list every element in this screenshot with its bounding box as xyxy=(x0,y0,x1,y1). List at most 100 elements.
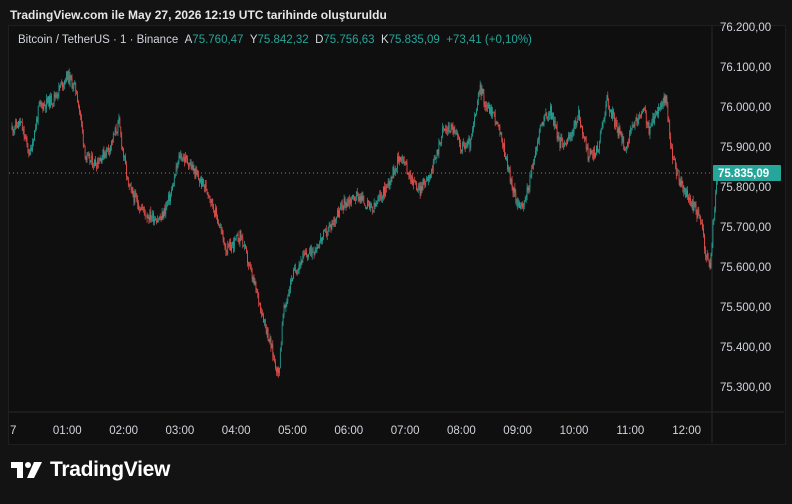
candle-body xyxy=(420,186,422,195)
candle-body xyxy=(490,107,491,114)
candle-body xyxy=(326,233,328,236)
candle-body xyxy=(416,182,417,191)
candle-body xyxy=(654,116,656,124)
candle-body xyxy=(170,194,171,202)
candle-body xyxy=(670,135,671,146)
candle-body xyxy=(337,210,338,218)
candle-body xyxy=(622,136,624,142)
candle-body xyxy=(665,96,667,104)
candle-body xyxy=(616,122,618,130)
candle-body xyxy=(48,96,49,104)
candle-body xyxy=(447,125,449,132)
candlestick-chart[interactable]: 76.200,00 76.100,00 76.000,00 75.900,00 75.8… xyxy=(0,0,792,504)
candle-body xyxy=(91,155,93,161)
candle-body xyxy=(149,211,151,221)
candle-body xyxy=(113,133,115,135)
candle-body xyxy=(469,139,471,148)
candle-body xyxy=(37,106,39,122)
candle-body xyxy=(619,127,621,133)
candle-body xyxy=(163,208,165,218)
candle-body xyxy=(606,95,608,105)
candle-body xyxy=(401,157,403,160)
candle-body xyxy=(294,267,295,269)
candle-body xyxy=(78,102,79,107)
candle-body xyxy=(303,253,305,255)
candle-body xyxy=(475,113,476,117)
candle-body xyxy=(124,156,125,158)
candle-body xyxy=(34,130,35,141)
candle-body xyxy=(572,131,574,134)
candle-body xyxy=(516,200,518,202)
candle-body xyxy=(217,215,218,223)
candle-body xyxy=(643,108,644,112)
candle-body xyxy=(361,195,363,200)
candle-body xyxy=(253,277,255,284)
candle-body xyxy=(638,115,640,121)
candle-body xyxy=(698,209,700,215)
candle-body xyxy=(407,172,409,175)
candle-body xyxy=(199,179,200,183)
candle-body xyxy=(422,179,424,191)
candle-body xyxy=(108,147,109,151)
candle-body xyxy=(97,160,99,164)
candle-body xyxy=(292,278,293,282)
candle-body xyxy=(241,236,243,238)
candle-body xyxy=(429,175,430,179)
candle-body xyxy=(251,270,253,279)
candle-body xyxy=(458,135,459,137)
candle-body xyxy=(336,217,337,220)
candle-body xyxy=(259,302,261,304)
candle-body xyxy=(74,82,76,84)
candle-body xyxy=(233,238,235,249)
candle-body xyxy=(473,124,474,130)
candle-body xyxy=(507,157,508,170)
candle-body xyxy=(497,122,499,125)
candle-body xyxy=(693,202,695,211)
candle-body xyxy=(613,114,615,127)
candle-body xyxy=(106,147,108,156)
candle-body xyxy=(194,168,196,178)
candle-body xyxy=(61,81,63,84)
candle-body xyxy=(674,159,675,160)
candle-body xyxy=(123,148,124,157)
candle-body xyxy=(227,244,229,255)
candle-body xyxy=(432,161,434,171)
candle-body xyxy=(154,218,155,223)
candle-body xyxy=(147,217,149,219)
candle-body xyxy=(424,183,426,186)
candle-body xyxy=(261,311,262,314)
candle-body xyxy=(99,157,101,161)
time-tick-label: 04:00 xyxy=(222,425,251,437)
candle-body xyxy=(438,142,440,154)
candle-body xyxy=(268,340,270,342)
candle-body xyxy=(483,93,485,105)
candle-body xyxy=(690,197,691,205)
candle-body xyxy=(427,177,428,181)
candle-body xyxy=(201,178,202,187)
candle-body xyxy=(300,260,302,264)
candle-body xyxy=(290,279,291,290)
candle-body xyxy=(183,157,185,160)
candle-body xyxy=(19,121,20,125)
candle-body xyxy=(191,165,193,169)
candle-body xyxy=(566,143,567,145)
candle-body xyxy=(523,201,525,207)
candle-body xyxy=(527,187,529,191)
candle-body xyxy=(642,111,643,114)
candle-body xyxy=(198,175,200,180)
candle-body xyxy=(102,149,104,158)
candle-body xyxy=(32,142,33,151)
candle-body xyxy=(347,200,349,203)
candle-body xyxy=(348,200,350,205)
price-tick-label: 75.300,00 xyxy=(720,382,771,394)
candle-body xyxy=(305,252,306,255)
candle-body xyxy=(653,116,655,124)
candle-body xyxy=(433,158,435,162)
candle-body xyxy=(627,142,628,147)
candle-body xyxy=(592,154,594,159)
candle-body xyxy=(583,136,585,140)
candle-body xyxy=(556,125,558,139)
candle-body xyxy=(634,120,636,127)
candle-body xyxy=(696,211,698,219)
candle-body xyxy=(705,255,707,258)
